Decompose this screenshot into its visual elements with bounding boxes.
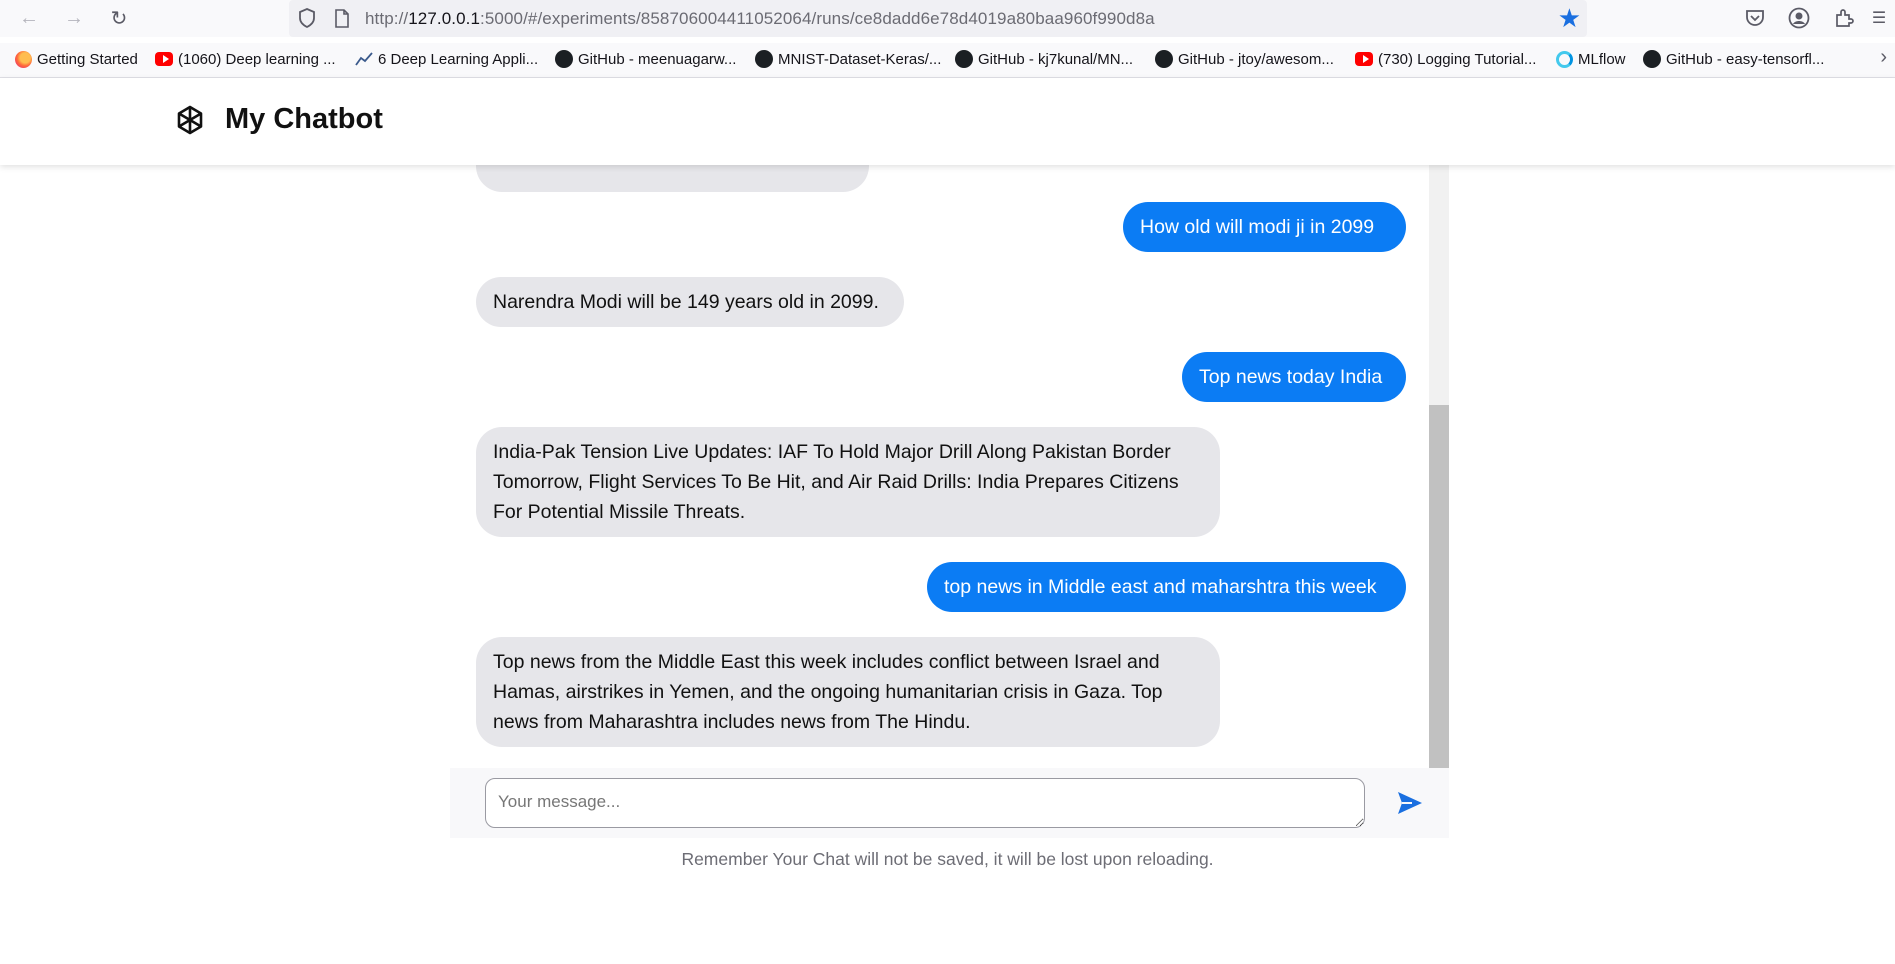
github-icon <box>555 50 573 68</box>
youtube-icon <box>1355 50 1373 68</box>
bookmark-label: (1060) Deep learning ... <box>178 50 336 68</box>
chevron-right-icon[interactable]: › <box>1880 46 1887 69</box>
bookmark-item[interactable]: GitHub - jtoy/awesom... <box>1155 49 1334 69</box>
bookmark-item[interactable]: 6 Deep Learning Appli... <box>355 49 538 69</box>
back-arrow-icon[interactable]: ← <box>14 4 44 32</box>
forward-arrow-icon[interactable]: → <box>59 4 89 32</box>
menu-icon[interactable]: ☰ <box>1864 4 1894 32</box>
github-icon <box>955 50 973 68</box>
bookmark-label: GitHub - meenuagarw... <box>578 50 737 68</box>
app-header: My Chatbot <box>0 78 1895 165</box>
url-path: :5000/#/experiments/858706004411052064/r… <box>480 9 1155 28</box>
bot-message-bubble: Narendra Modi will be 149 years old in 2… <box>476 277 904 327</box>
bookmark-label: (730) Logging Tutorial... <box>1378 50 1537 68</box>
url-scheme: http:// <box>365 9 409 28</box>
bookmark-item[interactable]: GitHub - easy-tensorfl... <box>1643 49 1824 69</box>
chatbot-logo-icon <box>170 101 210 141</box>
bookmark-item[interactable]: GitHub - meenuagarw... <box>555 49 736 69</box>
bookmark-item[interactable]: GitHub - kj7kunal/MN... <box>955 49 1133 69</box>
account-icon[interactable] <box>1784 4 1814 32</box>
url-host: 127.0.0.1 <box>408 9 481 28</box>
message-input[interactable] <box>485 778 1365 828</box>
message-text: top news in Middle east and maharshtra t… <box>944 576 1377 598</box>
footer-note: Remember Your Chat will not be saved, it… <box>681 849 1214 869</box>
user-message-bubble: top news in Middle east and maharshtra t… <box>927 562 1406 612</box>
bookmark-label: MNIST-Dataset-Keras/... <box>778 50 942 68</box>
url-text[interactable]: http://127.0.0.1:5000/#/experiments/8587… <box>365 9 1155 29</box>
bookmarks-toolbar: Getting Started (1060) Deep learning ...… <box>0 43 1895 78</box>
bookmark-label: Getting Started <box>37 50 138 68</box>
send-icon <box>1398 792 1422 814</box>
chat-messages: How old will modi ji in 2099 Narendra Mo… <box>450 165 1449 768</box>
message-composer <box>450 768 1449 838</box>
github-icon <box>755 50 773 68</box>
bookmark-label: 6 Deep Learning Appli... <box>378 50 539 68</box>
send-button[interactable] <box>1395 788 1425 818</box>
bookmark-label: GitHub - kj7kunal/MN... <box>978 50 1134 68</box>
message-text: India-Pak Tension Live Updates: IAF To H… <box>493 441 1179 523</box>
bookmark-label: GitHub - jtoy/awesom... <box>1178 50 1334 68</box>
bookmark-item[interactable]: MNIST-Dataset-Keras/... <box>755 49 941 69</box>
github-icon <box>1643 50 1661 68</box>
bookmark-label: MLflow <box>1578 50 1626 68</box>
shield-icon[interactable] <box>297 8 317 28</box>
trend-icon <box>355 50 373 68</box>
firefox-icon <box>14 50 32 68</box>
bot-message-bubble: India-Pak Tension Live Updates: IAF To H… <box>476 427 1220 537</box>
youtube-icon <box>155 50 173 68</box>
extensions-icon[interactable] <box>1829 4 1859 32</box>
bookmark-item[interactable]: (1060) Deep learning ... <box>155 49 336 69</box>
page-icon[interactable] <box>332 8 352 28</box>
chat-scrollbar-thumb[interactable] <box>1429 405 1449 768</box>
bot-message-bubble <box>476 165 869 192</box>
pocket-icon[interactable] <box>1740 4 1770 32</box>
bot-message-bubble: Top news from the Middle East this week … <box>476 637 1220 747</box>
bookmark-item[interactable]: (730) Logging Tutorial... <box>1355 49 1536 69</box>
browser-toolbar: ← → ↻ http://127.0.0.1:5000/#/experiment… <box>0 0 1895 37</box>
reload-icon[interactable]: ↻ <box>104 4 134 32</box>
bookmark-label: GitHub - easy-tensorfl... <box>1666 50 1825 68</box>
user-message-bubble: Top news today India <box>1182 352 1406 402</box>
app-title: My Chatbot <box>225 103 383 135</box>
bookmark-star-icon[interactable]: ★ <box>1558 4 1581 32</box>
bookmark-item[interactable]: MLflow <box>1555 49 1626 69</box>
github-icon <box>1155 50 1173 68</box>
bookmark-item[interactable]: Getting Started <box>14 49 138 69</box>
message-text: Narendra Modi will be 149 years old in 2… <box>493 291 879 313</box>
mlflow-icon <box>1555 50 1573 68</box>
user-message-bubble: How old will modi ji in 2099 <box>1123 202 1406 252</box>
message-text: Top news today India <box>1199 366 1383 388</box>
address-bar[interactable]: http://127.0.0.1:5000/#/experiments/8587… <box>289 0 1587 37</box>
message-text: Top news from the Middle East this week … <box>493 651 1163 733</box>
message-text: How old will modi ji in 2099 <box>1140 216 1375 238</box>
